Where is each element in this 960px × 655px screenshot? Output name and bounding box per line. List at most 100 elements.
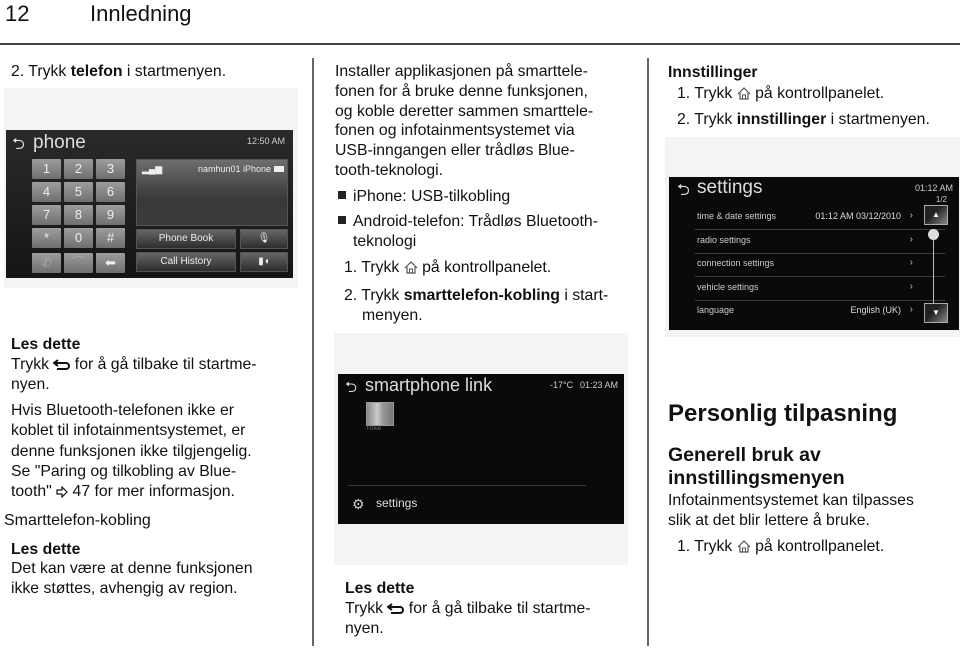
bullet-text: Android-telefon: Trådløs Bluetooth- xyxy=(353,213,598,230)
header-divider xyxy=(0,43,960,45)
keypad-key[interactable]: 1 xyxy=(32,159,61,179)
keypad-key[interactable]: 2 xyxy=(64,159,93,179)
step-text: Trykk xyxy=(28,63,71,80)
row-divider xyxy=(695,276,945,277)
settings-row[interactable]: vehicle settings › xyxy=(695,279,945,301)
scrollbar-thumb[interactable] xyxy=(928,229,939,240)
paragraph-text: tooth" xyxy=(11,483,57,500)
keypad-key[interactable]: * xyxy=(32,228,61,248)
body-text: slik at det blir lettere å bruke. xyxy=(668,512,870,529)
mute-mic-icon: 🎙 xyxy=(257,233,271,244)
speaker-icon: ▮◖ xyxy=(258,256,270,267)
keypad-key[interactable]: 8 xyxy=(64,205,93,225)
settings-row-value: 01:12 AM 03/12/2010 xyxy=(815,211,901,221)
bullet-iphone: iPhone: USB-tilkobling xyxy=(338,187,510,207)
step-text: Trykk xyxy=(694,111,737,128)
step-text: på kontrollpanelet. xyxy=(750,538,885,555)
row-divider xyxy=(695,299,945,301)
note-heading: Les dette xyxy=(345,580,415,597)
paragraph-line: Se "Paring og tilkobling av Blue- xyxy=(11,462,237,480)
step-1-home: 1. Trykk på kontrollpanelet. xyxy=(677,537,884,559)
backspace-button[interactable]: ⬅ xyxy=(96,253,125,273)
back-icon[interactable]: ⮌ xyxy=(12,133,25,160)
paragraph-text: 47 for mer informasjon. xyxy=(68,483,235,500)
chevron-right-icon: › xyxy=(909,210,913,221)
back-icon[interactable]: ⮌ xyxy=(345,377,357,402)
step-text: på kontrollpanelet. xyxy=(750,85,885,102)
screen-divider xyxy=(348,485,586,486)
keypad-key[interactable]: 4 xyxy=(32,182,61,202)
settings-row[interactable]: time & date settings 01:12 AM 03/12/2010 › xyxy=(695,208,945,230)
end-call-button[interactable]: ⌒ xyxy=(64,253,93,273)
note-heading: Les dette xyxy=(11,336,81,353)
device-name: namhun01 iPhone xyxy=(197,164,271,174)
scroll-down-button[interactable]: ▼ xyxy=(924,303,948,323)
phone-status-display: ▂▄▆ namhun01 iPhone xyxy=(136,159,288,226)
step-text: i startmenyen. xyxy=(826,111,930,128)
intro-line: og koble deretter sammen smarttele- xyxy=(335,102,594,120)
page-reference-arrow-icon xyxy=(56,484,68,504)
scroll-up-button[interactable]: ▲ xyxy=(924,205,948,225)
settings-screen-time: 01:12 AM xyxy=(914,183,953,193)
back-icon xyxy=(52,357,71,377)
settings-screen-title: settings xyxy=(697,177,763,198)
bullet-text: iPhone: USB-tilkobling xyxy=(353,188,511,205)
end-call-icon: ⌒ xyxy=(71,255,85,270)
step-text: Trykk xyxy=(694,538,737,555)
step-number: 1. xyxy=(344,259,358,276)
bullet-android: Android-telefon: Trådløs Bluetooth- xyxy=(338,212,598,232)
settings-row[interactable]: language English (UK) › xyxy=(695,302,915,322)
settings-gear-icon: ⚙ xyxy=(352,496,365,512)
back-icon xyxy=(386,601,405,621)
back-icon[interactable]: ⮌ xyxy=(677,179,690,206)
keypad-key[interactable]: 5 xyxy=(64,182,93,202)
settings-row-label: time & date settings xyxy=(697,211,777,221)
note-text-part: for å gå tilbake til startme- xyxy=(70,356,257,373)
step-text: i start- xyxy=(559,287,609,304)
note-text-part: for å gå tilbake til startme- xyxy=(404,600,591,617)
section-title: Personlig tilpasning xyxy=(668,400,898,427)
paragraph-last-line: tooth" 47 for mer informasjon. xyxy=(11,482,235,504)
settings-row[interactable]: radio settings › xyxy=(695,232,945,254)
mute-button[interactable]: 🎙 xyxy=(240,229,288,249)
paragraph-line: denne funksjonen ikke tilgjengelig. xyxy=(11,442,252,460)
step-number: 1. xyxy=(677,538,691,555)
handsfree-button[interactable]: ▮◖ xyxy=(240,252,288,272)
call-button[interactable]: ✆ xyxy=(32,253,61,273)
keypad-key[interactable]: 3 xyxy=(96,159,125,179)
keypad-key[interactable]: 0 xyxy=(64,228,93,248)
settings-row-label: vehicle settings xyxy=(697,281,759,292)
battery-icon xyxy=(274,166,284,172)
step-keyword: telefon xyxy=(70,63,123,80)
step-text: Trykk xyxy=(694,85,737,102)
phone-book-button[interactable]: Phone Book xyxy=(136,229,236,249)
intro-line: fonen for å bruke denne funksjonen, xyxy=(335,82,588,100)
settings-link[interactable]: settings xyxy=(376,496,417,510)
app-icon-trove[interactable] xyxy=(366,402,394,426)
subheading: innstillingsmenyen xyxy=(668,467,845,489)
home-icon xyxy=(737,86,751,106)
note-text-line2: nyen. xyxy=(345,620,384,637)
settings-row[interactable]: connection settings › xyxy=(695,255,945,277)
intro-line: USB-inngangen eller trådløs Blue- xyxy=(335,142,575,160)
note-text: ikke støttes, avhengig av region. xyxy=(11,580,238,597)
call-history-button[interactable]: Call History xyxy=(136,252,236,272)
keypad-key[interactable]: 9 xyxy=(96,205,125,225)
keypad-key[interactable]: # xyxy=(96,228,125,248)
paragraph-line: koblet til infotainmentsystemet, er xyxy=(11,422,246,440)
temperature-readout: -17°C xyxy=(550,380,574,390)
keypad-key[interactable]: 7 xyxy=(32,205,61,225)
arrow-up-icon: ▲ xyxy=(932,210,940,219)
scrollbar-track[interactable] xyxy=(933,229,934,307)
call-icon: ✆ xyxy=(41,255,52,270)
step-text: Trykk xyxy=(361,287,404,304)
keypad-key[interactable]: 6 xyxy=(96,182,125,202)
arrow-down-icon: ▼ xyxy=(932,308,940,317)
note-text-part: Trykk xyxy=(345,600,388,617)
step-2-smarttelefon: 2. Trykk smarttelefon-kobling i start- xyxy=(344,286,608,306)
note-text-line2: nyen. xyxy=(11,376,50,393)
step-1-home: 1. Trykk på kontrollpanelet. xyxy=(677,84,884,106)
home-icon xyxy=(737,539,751,559)
settings-row-value: English (UK) xyxy=(850,305,901,315)
smartphone-screen-title: smartphone link xyxy=(365,375,493,395)
